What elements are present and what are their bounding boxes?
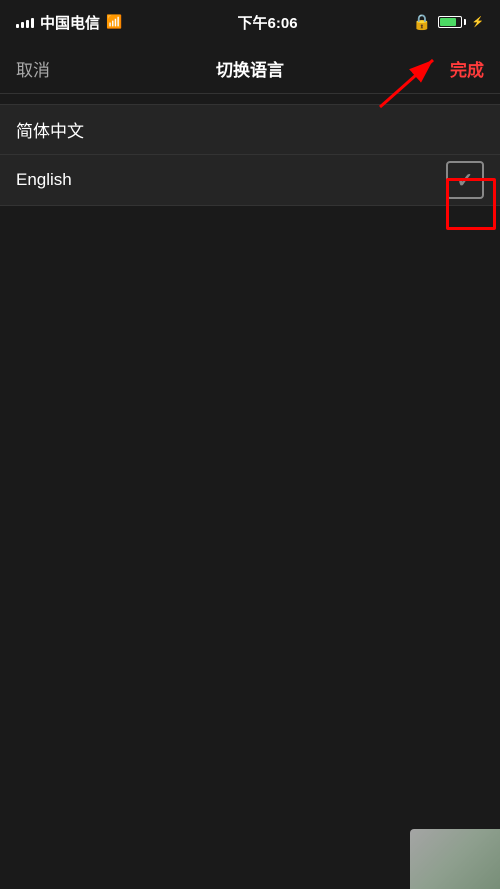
simplified-chinese-label: 简体中文 xyxy=(16,117,84,142)
status-carrier: 中国电信 📶 xyxy=(16,12,122,33)
carrier-name: 中国电信 xyxy=(40,12,100,33)
annotation-box-checkmark xyxy=(446,178,496,230)
battery-icon xyxy=(438,16,466,28)
english-label: English xyxy=(16,170,72,190)
list-item[interactable]: 简体中文 xyxy=(0,105,500,155)
page-title: 切换语言 xyxy=(216,56,284,81)
charging-icon: ⚡ xyxy=(472,17,484,28)
status-time: 下午6:06 xyxy=(238,12,298,33)
annotation-arrow-done xyxy=(365,52,445,112)
done-button[interactable]: 完成 xyxy=(450,56,484,81)
status-bar: 中国电信 📶 下午6:06 🔒 ⚡ xyxy=(0,0,500,44)
signal-icon xyxy=(16,16,34,28)
language-list: 简体中文 English ✓ xyxy=(0,104,500,206)
thumbnail-preview xyxy=(410,829,500,889)
list-item-english[interactable]: English ✓ xyxy=(0,155,500,205)
lock-icon: 🔒 xyxy=(413,13,432,31)
wifi-icon: 📶 xyxy=(106,14,122,30)
cancel-button[interactable]: 取消 xyxy=(16,56,50,81)
status-indicators: 🔒 ⚡ xyxy=(413,13,484,31)
